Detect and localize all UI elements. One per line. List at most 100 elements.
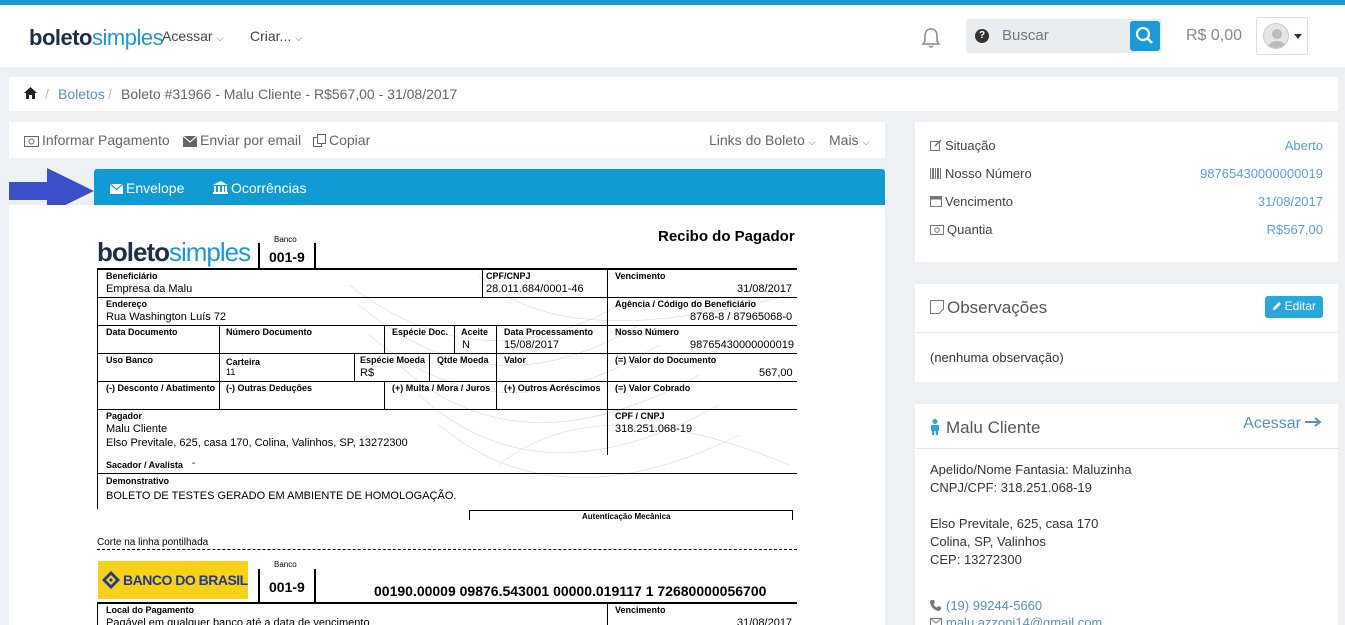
enviar-email-button[interactable]: Enviar por email	[183, 132, 301, 148]
outros-acrescimos-label: (+) Outros Acréscimos	[504, 383, 601, 393]
boleto-logo: boletosimples	[97, 237, 251, 267]
search-box[interactable]: ? Buscar	[966, 19, 1162, 53]
desconto-label: (-) Desconto / Abatimento	[106, 383, 216, 393]
phone-icon	[930, 600, 941, 611]
money-icon	[930, 225, 944, 235]
autenticacao-label: Autenticação Mecânica	[582, 512, 671, 521]
recibo-title: Recibo do Pagador	[658, 228, 795, 245]
cliente-panel: Malu Cliente Acessar Apelido/Nome Fantas…	[915, 404, 1338, 625]
endereco-label: Endereço	[106, 299, 148, 309]
bank-icon	[213, 181, 228, 194]
local-pagamento-label: Local do Pagamento	[106, 605, 195, 615]
calendar-icon	[930, 196, 942, 207]
copy-icon	[313, 134, 326, 147]
aceite-value: N	[462, 339, 470, 351]
cliente-address-line1: Elso Previtale, 625, casa 170	[930, 516, 1099, 531]
banco-label-2: Banco	[274, 560, 297, 569]
vencimento-label-2: Vencimento	[615, 605, 666, 615]
envelope-icon	[930, 618, 942, 625]
bell-icon[interactable]	[921, 27, 941, 49]
carteira-value: 11	[226, 367, 236, 377]
qtde-moeda-label: Qtde Moeda	[437, 355, 489, 365]
especie-doc-label: Espécie Doc.	[392, 327, 449, 337]
cpfcnpj-value: 28.011.684/0001-46	[486, 283, 584, 295]
mais-dropdown[interactable]: Mais ⌵	[829, 132, 869, 148]
user-icon	[931, 419, 939, 435]
cliente-apelido: Apelido/Nome Fantasia: Maluzinha	[930, 462, 1132, 477]
multa-label: (+) Multa / Mora / Juros	[392, 383, 491, 393]
agencia-label: Agência / Código do Beneficiário	[615, 299, 757, 309]
help-icon[interactable]: ?	[975, 29, 989, 43]
home-icon[interactable]	[24, 87, 37, 99]
breadcrumb: / Boletos / Boleto #31966 - Malu Cliente…	[9, 77, 1338, 111]
envelope-icon	[109, 183, 124, 194]
chevron-down-icon: ⌵	[295, 33, 303, 43]
search-button[interactable]	[1130, 21, 1160, 51]
navbar: boletosimples Acessar ⌵ Criar... ⌵ ? Busca…	[0, 5, 1345, 67]
valor-cobrado-label: (=) Valor Cobrado	[615, 383, 691, 393]
vencimento-label: Vencimento	[615, 271, 666, 281]
banco-label: Banco	[274, 235, 297, 244]
edit-icon	[930, 139, 942, 151]
aceite-label: Aceite	[461, 327, 489, 337]
cpf-value: 318.251.068-19	[615, 423, 693, 435]
copiar-button[interactable]: Copiar	[313, 132, 370, 148]
avatar	[1263, 23, 1289, 49]
nosso-numero-value: 98765430000000019	[1200, 166, 1323, 181]
local-pagamento-value: Pagável em qualquer banco até a data de …	[106, 617, 370, 625]
cliente-name: Malu Cliente	[930, 418, 1041, 438]
status-panel: Situação Aberto Nosso Número 98765430000…	[915, 122, 1338, 262]
observacoes-panel: Observações Editar (nenhuma observação)	[915, 284, 1338, 382]
situacao-value: Aberto	[1284, 138, 1323, 153]
chevron-down-icon: ⌵	[808, 137, 816, 147]
menu-acessar[interactable]: Acessar ⌵	[162, 28, 223, 44]
chevron-down-icon: ⌵	[862, 137, 870, 147]
observacoes-body: (nenhuma observação)	[930, 350, 1064, 365]
valor-documento-label: (=) Valor do Documento	[615, 355, 717, 365]
linha-digitavel: 00190.00009 09876.543001 00000.019117 1 …	[374, 583, 767, 599]
demonstrativo-label: Demonstrativo	[106, 476, 170, 486]
agencia-value: 8768-8 / 87965068-0	[690, 311, 793, 323]
cliente-phone[interactable]: (19) 99244-5660	[930, 598, 1042, 613]
banco-code-2: 001-9	[269, 579, 305, 595]
cpf-label: CPF / CNPJ	[615, 411, 665, 421]
boleto-document: boletosimples Banco 001-9 Recibo do Paga…	[9, 205, 885, 625]
pagador-label: Pagador	[106, 411, 143, 421]
especie-moeda-value: R$	[360, 367, 375, 379]
uso-banco-label: Uso Banco	[106, 355, 154, 365]
breadcrumb-separator: /	[108, 86, 112, 102]
sacador-label: Sacador / Avalista	[106, 460, 183, 470]
tab-ocorrencias[interactable]: Ocorrências	[213, 180, 306, 196]
search-icon	[1135, 26, 1153, 44]
quantia-value: R$567,00	[1266, 222, 1323, 237]
links-do-boleto-dropdown[interactable]: Links do Boleto ⌵	[709, 132, 816, 148]
boleto-tab-bar: Envelope Ocorrências	[94, 169, 885, 205]
cliente-address-line2: Colina, SP, Valinhos	[930, 534, 1046, 549]
banco-code: 001-9	[269, 249, 305, 265]
informar-pagamento-button[interactable]: Informar Pagamento	[24, 132, 170, 148]
chevron-down-icon: ⌵	[216, 33, 224, 43]
corte-label: Corte na linha pontilhada	[97, 537, 209, 548]
user-menu-button[interactable]	[1256, 17, 1308, 55]
boleto-toolbar: Informar Pagamento Enviar por email Copi…	[9, 122, 885, 158]
nosso-numero-label: Nosso Número	[615, 327, 680, 337]
carteira-label: Carteira	[226, 357, 261, 367]
breadcrumb-boletos[interactable]: Boletos	[58, 86, 105, 102]
menu-criar[interactable]: Criar... ⌵	[250, 28, 302, 44]
bank-brand-icon	[102, 571, 120, 589]
app-logo[interactable]: boletosimples	[29, 25, 164, 51]
cliente-acessar-link[interactable]: Acessar	[1243, 415, 1323, 433]
especie-moeda-label: Espécie Moeda	[360, 355, 426, 365]
tab-envelope[interactable]: Envelope	[109, 180, 184, 196]
outras-deducoes-label: (-) Outras Deduções	[226, 383, 313, 393]
cliente-email[interactable]: malu.azzoni14@gmail.com	[930, 615, 1102, 625]
data-processamento-label: Data Processamento	[504, 327, 594, 337]
editar-button[interactable]: Editar	[1264, 296, 1323, 318]
banco-do-brasil-logo: BANCO DO BRASIL	[98, 561, 248, 599]
search-input[interactable]: Buscar	[1002, 27, 1049, 44]
valor-label: Valor	[504, 355, 527, 365]
account-balance: R$ 0,00	[1186, 27, 1243, 44]
cliente-cep: CEP: 13272300	[930, 552, 1022, 567]
cut-line	[97, 549, 797, 550]
pagador-endereco: Elso Previtale, 625, casa 170, Colina, V…	[106, 437, 408, 449]
